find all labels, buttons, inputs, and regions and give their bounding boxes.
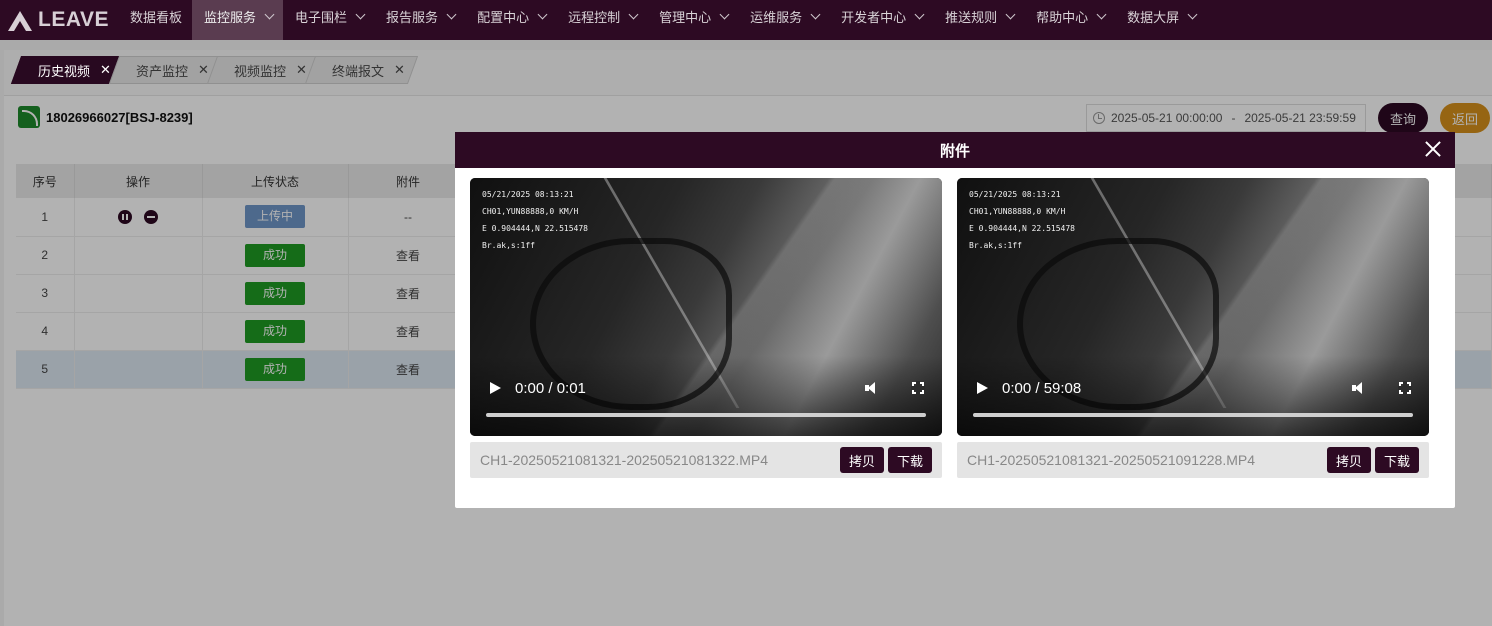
attachment-modal: 附件 05/21/2025 08:13:21 CH01,YUN88888,0 K… (455, 132, 1455, 508)
chevron-down-icon (264, 9, 275, 19)
nav-item-dashboard[interactable]: 数据看板 (118, 0, 192, 40)
nav-item-ops[interactable]: 运维服务 (738, 0, 829, 40)
chevron-down-icon (914, 9, 925, 19)
volume-icon[interactable] (865, 381, 879, 395)
fullscreen-icon[interactable] (911, 381, 925, 395)
video-progress-bar[interactable] (973, 413, 1413, 417)
chevron-down-icon (537, 9, 548, 19)
file-bar: CH1-20250521081321-20250521091228.MP4 拷贝… (957, 442, 1429, 478)
copy-button[interactable]: 拷贝 (839, 447, 884, 473)
nav-item-reports[interactable]: 报告服务 (374, 0, 465, 40)
fullscreen-icon[interactable] (1398, 381, 1412, 395)
nav-item-geofence[interactable]: 电子围栏 (283, 0, 374, 40)
modal-title: 附件 (939, 142, 970, 160)
nav-item-management[interactable]: 管理中心 (647, 0, 738, 40)
chevron-down-icon (1187, 9, 1198, 19)
close-icon[interactable]: ✕ (296, 62, 307, 78)
close-icon[interactable] (1423, 139, 1443, 159)
logo[interactable]: LEAVE (0, 0, 118, 40)
copy-button[interactable]: 拷贝 (1326, 447, 1371, 473)
file-name: CH1-20250521081321-20250521081322.MP4 (480, 452, 769, 468)
volume-icon[interactable] (1352, 381, 1366, 395)
nav-item-push-rules[interactable]: 推送规则 (933, 0, 1024, 40)
top-navigation: LEAVE 数据看板 监控服务 电子围栏 报告服务 配置中心 远程控制 管理中心… (0, 0, 1492, 40)
chevron-down-icon (1005, 9, 1016, 19)
video-player[interactable]: 05/21/2025 08:13:21 CH01,YUN88888,0 KM/H… (470, 178, 942, 436)
video-time: 0:00 / 59:08 (1002, 379, 1082, 397)
close-icon[interactable]: ✕ (394, 62, 405, 78)
nav-item-help[interactable]: 帮助中心 (1024, 0, 1115, 40)
close-icon[interactable]: ✕ (198, 62, 209, 78)
file-name: CH1-20250521081321-20250521091228.MP4 (967, 452, 1256, 468)
play-icon[interactable] (490, 382, 501, 394)
nav-item-config[interactable]: 配置中心 (465, 0, 556, 40)
nav-item-developer[interactable]: 开发者中心 (829, 0, 933, 40)
video-osd-overlay: 05/21/2025 08:13:21 CH01,YUN88888,0 KM/H… (969, 190, 1075, 250)
mountain-logo-icon (8, 11, 32, 31)
attachment-card: 05/21/2025 08:13:21 CH01,YUN88888,0 KM/H… (470, 178, 942, 478)
chevron-down-icon (810, 9, 821, 19)
video-progress-bar[interactable] (486, 413, 926, 417)
modal-header: 附件 (455, 132, 1455, 168)
attachment-card: 05/21/2025 08:13:21 CH01,YUN88888,0 KM/H… (957, 178, 1429, 478)
download-button[interactable]: 下载 (887, 447, 932, 473)
close-icon[interactable]: ✕ (100, 62, 111, 78)
video-controls: 0:00 / 0:01 (470, 376, 942, 400)
chevron-down-icon (1096, 9, 1107, 19)
video-player[interactable]: 05/21/2025 08:13:21 CH01,YUN88888,0 KM/H… (957, 178, 1429, 436)
download-button[interactable]: 下载 (1374, 447, 1419, 473)
chevron-down-icon (628, 9, 639, 19)
chevron-down-icon (446, 9, 457, 19)
nav-item-big-screen[interactable]: 数据大屏 (1115, 0, 1206, 40)
chevron-down-icon (719, 9, 730, 19)
logo-text: LEAVE (38, 8, 109, 31)
nav-item-remote-control[interactable]: 远程控制 (556, 0, 647, 40)
video-time: 0:00 / 0:01 (515, 379, 586, 397)
video-controls: 0:00 / 59:08 (957, 376, 1429, 400)
nav-item-monitoring[interactable]: 监控服务 (192, 0, 284, 40)
video-osd-overlay: 05/21/2025 08:13:21 CH01,YUN88888,0 KM/H… (482, 190, 588, 250)
file-bar: CH1-20250521081321-20250521081322.MP4 拷贝… (470, 442, 942, 478)
chevron-down-icon (355, 9, 366, 19)
play-icon[interactable] (977, 382, 988, 394)
